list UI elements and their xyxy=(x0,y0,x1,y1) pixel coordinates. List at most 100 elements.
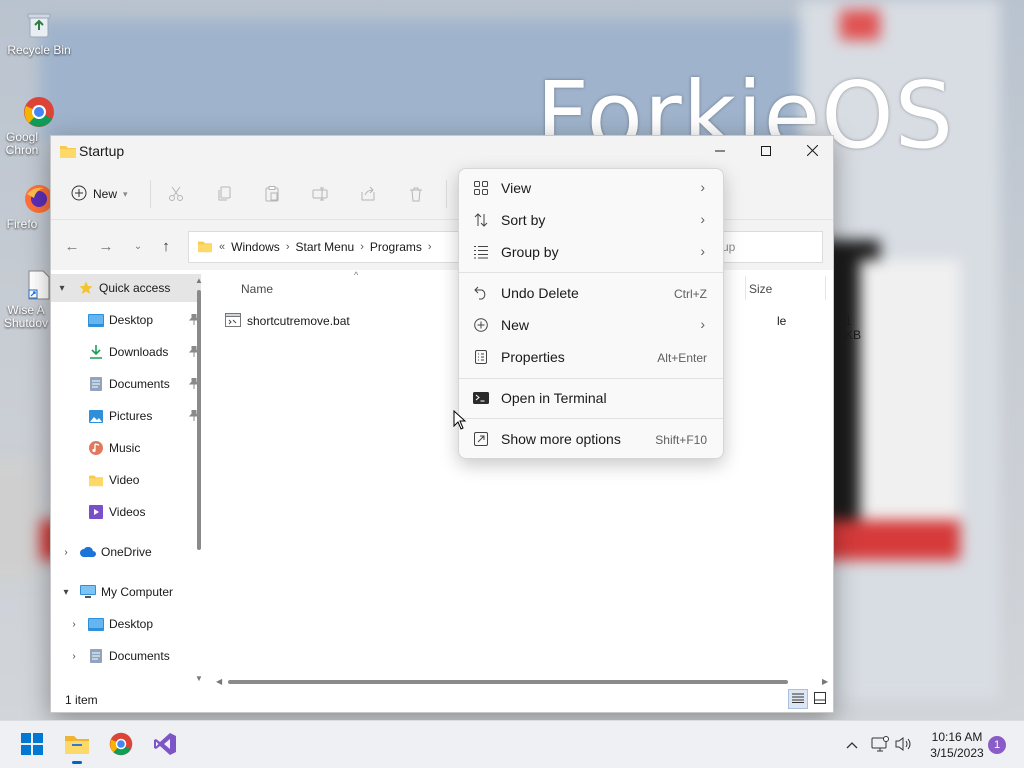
chevron-down-icon: ▾ xyxy=(123,188,128,199)
scroll-down-icon[interactable]: ▼ xyxy=(195,674,203,683)
nav-item-videos[interactable]: Videos xyxy=(51,498,201,526)
close-button[interactable] xyxy=(789,136,835,168)
status-bar: 1 item xyxy=(51,686,833,712)
menu-item-sort-by[interactable]: Sort by › xyxy=(463,205,719,235)
chevron-right-icon: › xyxy=(700,243,705,259)
chevron-right-icon: › xyxy=(700,179,705,195)
details-view-button[interactable] xyxy=(788,689,808,709)
tiles-view-button[interactable] xyxy=(810,689,830,709)
nav-item-desktop[interactable]: Desktop xyxy=(51,306,201,334)
taskbar-visual-studio[interactable] xyxy=(149,729,181,761)
documents-icon xyxy=(87,376,105,392)
undo-icon xyxy=(473,285,489,301)
scroll-up-icon[interactable]: ▲ xyxy=(195,276,203,285)
menu-item-open-in-terminal[interactable]: Open in Terminal xyxy=(463,383,719,413)
menu-item-label: Group by xyxy=(501,244,559,260)
desktop-icon-recycle-bin[interactable]: Recycle Bin xyxy=(2,8,76,57)
delete-icon[interactable] xyxy=(406,184,426,204)
nav-computer-documents[interactable]: › Documents xyxy=(51,642,201,670)
minimize-icon xyxy=(715,145,725,159)
sort-ascending-icon: ^ xyxy=(354,270,359,280)
breadcrumb-windows[interactable]: Windows xyxy=(231,240,280,254)
start-button[interactable] xyxy=(16,729,48,761)
batch-file-icon xyxy=(225,312,241,330)
file-row[interactable]: shortcutremove.bat xyxy=(225,310,350,332)
nav-label: Desktop xyxy=(109,617,154,631)
menu-item-view[interactable]: View › xyxy=(463,173,719,203)
chevron-right-icon: › xyxy=(360,241,364,253)
nav-computer-desktop[interactable]: › Desktop xyxy=(51,610,201,638)
chevron-right-icon: › xyxy=(700,211,705,227)
new-button[interactable]: New ▾ xyxy=(65,180,134,208)
details-view-icon xyxy=(792,692,804,706)
navigation-pane: ▾ Quick access Desktop Downloads Documen… xyxy=(51,270,206,686)
menu-separator xyxy=(459,418,723,419)
paste-icon[interactable] xyxy=(262,184,282,204)
menu-item-undo-delete[interactable]: Undo Delete Ctrl+Z xyxy=(463,278,719,308)
nav-item-pictures[interactable]: Pictures xyxy=(51,402,201,430)
documents-icon xyxy=(87,648,105,664)
scroll-left-icon[interactable]: ◀ xyxy=(216,677,222,686)
chrome-icon xyxy=(22,95,56,129)
nav-label: Quick access xyxy=(99,281,171,295)
desktop-icon-label: Googl Chron xyxy=(5,131,39,157)
taskbar-chrome[interactable] xyxy=(105,729,137,761)
maximize-button[interactable] xyxy=(743,136,789,168)
visual-studio-icon xyxy=(153,732,177,759)
share-icon[interactable] xyxy=(358,184,378,204)
address-bar[interactable]: « Windows › Start Menu › Programs › xyxy=(188,231,473,263)
nav-item-music[interactable]: Music xyxy=(51,434,201,462)
breadcrumb-overflow[interactable]: « xyxy=(219,241,225,253)
pictures-icon xyxy=(87,408,105,424)
notification-badge[interactable]: 1 xyxy=(988,736,1006,754)
videos-icon xyxy=(87,504,105,520)
menu-item-show-more-options[interactable]: Show more options Shift+F10 xyxy=(463,424,719,454)
nav-item-video[interactable]: Video xyxy=(51,466,201,494)
column-divider[interactable] xyxy=(825,276,826,300)
back-button[interactable]: ← xyxy=(62,236,82,256)
menu-item-label: New xyxy=(501,317,530,333)
volume-button[interactable] xyxy=(894,735,914,755)
show-hidden-icons-button[interactable] xyxy=(842,735,862,755)
scroll-thumb[interactable] xyxy=(197,290,201,550)
menu-item-shortcut: Ctrl+Z xyxy=(674,287,707,301)
scroll-right-icon[interactable]: ▶ xyxy=(822,677,828,686)
title-bar[interactable]: Startup xyxy=(51,136,833,168)
chevron-down-icon: ▾ xyxy=(63,586,69,598)
forward-button[interactable]: → xyxy=(96,236,116,256)
nav-label: My Computer xyxy=(101,585,174,599)
menu-separator xyxy=(459,272,723,273)
rename-icon[interactable] xyxy=(310,184,330,204)
scroll-thumb[interactable] xyxy=(228,680,788,684)
clock[interactable]: 10:16 AM 3/15/2023 xyxy=(920,729,994,761)
breadcrumb-start-menu[interactable]: Start Menu xyxy=(295,240,354,254)
nav-scrollbar[interactable]: ▲ ▼ xyxy=(194,276,204,686)
mouse-cursor-icon xyxy=(453,409,467,433)
recent-locations-button[interactable]: ⌄ xyxy=(128,236,148,256)
network-button[interactable] xyxy=(870,735,890,755)
nav-item-downloads[interactable]: Downloads xyxy=(51,338,201,366)
menu-item-group-by[interactable]: Group by › xyxy=(463,237,719,267)
menu-item-label: Sort by xyxy=(501,212,546,228)
maximize-icon xyxy=(761,145,771,159)
nav-my-computer[interactable]: ▾ My Computer xyxy=(51,578,201,606)
minimize-button[interactable] xyxy=(697,136,743,168)
taskbar-file-explorer[interactable] xyxy=(61,729,93,764)
column-header-name[interactable]: Name xyxy=(241,282,273,296)
desktop-icon-label: Recycle Bin xyxy=(7,43,71,57)
copy-icon[interactable] xyxy=(214,184,234,204)
menu-item-new[interactable]: New › xyxy=(463,310,719,340)
up-button[interactable]: ↑ xyxy=(156,236,176,256)
chrome-icon xyxy=(109,732,133,759)
menu-item-properties[interactable]: Properties Alt+Enter xyxy=(463,342,719,372)
cut-icon[interactable] xyxy=(166,184,186,204)
nav-item-documents[interactable]: Documents xyxy=(51,370,201,398)
nav-quick-access[interactable]: ▾ Quick access xyxy=(51,274,201,302)
clock-time: 10:16 AM xyxy=(931,730,983,744)
column-divider[interactable] xyxy=(745,276,746,300)
plus-circle-icon xyxy=(71,185,87,204)
nav-label: Music xyxy=(109,441,141,455)
breadcrumb-programs[interactable]: Programs xyxy=(370,240,422,254)
column-header-size[interactable]: Size xyxy=(749,282,772,296)
nav-onedrive[interactable]: › OneDrive xyxy=(51,538,201,566)
